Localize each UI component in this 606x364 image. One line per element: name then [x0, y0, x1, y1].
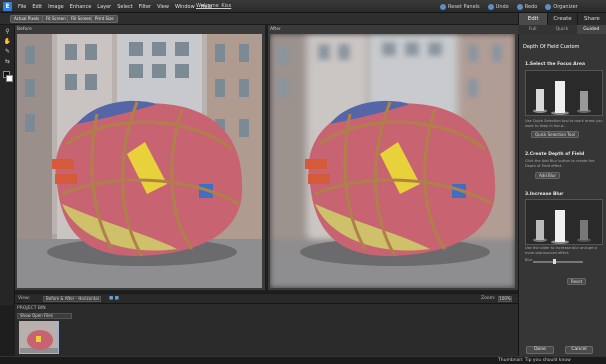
tab-create[interactable]: Create — [547, 13, 577, 25]
undo-label: Undo — [495, 3, 509, 10]
redo-icon — [516, 3, 523, 10]
menu-layer[interactable]: Layer — [97, 4, 111, 10]
status-tip: Thumbnail: Tip you should know — [498, 358, 571, 363]
after-image[interactable] — [270, 34, 515, 288]
swap-colors-icon[interactable]: ⇆ — [3, 58, 12, 66]
fit-screen-button[interactable]: Fit Screen — [42, 15, 70, 23]
step2-heading: 2.Create Depth of Field — [525, 152, 585, 157]
main-menu: File Edit Image Enhance Layer Select Fil… — [18, 0, 212, 13]
bin-select[interactable]: Show Open Files — [17, 313, 72, 319]
reset-button[interactable]: Reset — [567, 278, 587, 285]
menu-window[interactable]: Window — [175, 4, 195, 10]
step3-text: Use the slider to increase blur and get … — [525, 246, 598, 255]
before-label: Before — [17, 27, 32, 32]
blur-slider-knob[interactable] — [552, 259, 556, 264]
done-button[interactable]: Done — [526, 346, 554, 354]
add-blur-button[interactable]: Add Blur — [535, 172, 561, 179]
before-image[interactable] — [17, 34, 262, 288]
actual-pixels-button[interactable]: Actual Pixels — [10, 15, 44, 23]
reset-panels-button[interactable]: Reset Panels — [440, 3, 480, 10]
project-bin-title: PROJECT BIN — [17, 306, 46, 311]
mode-tabs: Edit Create Share — [518, 13, 606, 25]
guided-panel: Depth Of Field Custom 1.Select the Focus… — [518, 34, 606, 356]
before-photo-graphic — [17, 34, 262, 288]
tab-quick[interactable]: Quick — [547, 25, 576, 34]
view-select[interactable]: Before & After - Horizontal — [43, 296, 101, 302]
menu-enhance[interactable]: Enhance — [70, 4, 92, 10]
after-pane: After — [268, 25, 518, 290]
document-tab[interactable]: Welcome_Kiss — [196, 3, 231, 9]
blur-slider[interactable] — [533, 259, 583, 264]
reset-icon — [440, 3, 446, 10]
status-bar: Thumbnail: Tip you should know — [0, 356, 606, 364]
zoom-label: Zoom: — [481, 296, 496, 301]
step3-heading: 3.Increase Blur — [525, 192, 564, 197]
step1-text: Use Quick Selection tool to mark areas y… — [525, 119, 603, 128]
after-photo-graphic — [270, 34, 515, 288]
zoom-tool-icon[interactable]: ⚲ — [3, 28, 12, 36]
menu-bar: E File Edit Image Enhance Layer Select F… — [0, 0, 606, 13]
undo-button[interactable]: Undo — [487, 3, 509, 10]
quick-selection-tool-button[interactable]: Quick Selection Tool — [531, 131, 580, 138]
app-logo: E — [3, 2, 12, 11]
redo-button[interactable]: Redo — [516, 3, 538, 10]
thumbnail-graphic — [20, 322, 58, 353]
after-label: After — [270, 27, 281, 32]
blurred-chess-graphic — [526, 200, 602, 244]
thumbnail-image[interactable] — [19, 321, 59, 354]
before-pane: Before — [15, 25, 265, 290]
sync-icon[interactable]: ■ ■ — [109, 296, 119, 301]
cancel-button[interactable]: Cancel — [565, 346, 593, 354]
organizer-label: Organizer — [553, 3, 578, 10]
menu-file[interactable]: File — [18, 4, 26, 10]
options-bar: Actual Pixels Fit Screen Fill Screen Pri… — [0, 13, 518, 25]
menu-select[interactable]: Select — [117, 4, 132, 10]
menu-image[interactable]: Image — [48, 4, 64, 10]
step3-illustration — [525, 199, 603, 245]
menu-filter[interactable]: Filter — [139, 4, 151, 10]
project-bin: PROJECT BIN Show Open Files — [15, 303, 518, 356]
hand-tool-icon[interactable]: ✋ — [3, 38, 12, 46]
undo-icon — [487, 3, 494, 10]
organizer-button[interactable]: Organizer — [545, 3, 578, 10]
menu-view[interactable]: View — [157, 4, 169, 10]
tab-full[interactable]: Full — [518, 25, 547, 34]
tab-guided[interactable]: Guided — [576, 25, 606, 34]
print-size-button[interactable]: Print Size — [91, 15, 118, 23]
action-buttons: Reset Panels Undo Redo Organizer — [440, 0, 578, 13]
redo-label: Redo — [524, 3, 538, 10]
background-color-swatch[interactable] — [6, 75, 13, 82]
step2-text: Click the Add Blur button to create the … — [525, 159, 595, 168]
chess-pieces-graphic — [526, 71, 602, 115]
quick-selection-tool-icon[interactable]: ✎ — [3, 48, 12, 56]
step1-illustration — [525, 70, 603, 116]
tab-edit[interactable]: Edit — [518, 13, 548, 25]
reset-panels-label: Reset Panels — [448, 3, 480, 10]
menu-edit[interactable]: Edit — [32, 4, 42, 10]
view-label: View: — [18, 296, 30, 301]
toolbox: ⚲ ✋ ✎ ⇆ — [0, 25, 15, 305]
edit-subtabs: Full Quick Guided — [518, 25, 606, 34]
organizer-icon — [545, 3, 552, 10]
step1-heading: 1.Select the Focus Area — [525, 62, 585, 67]
tab-share[interactable]: Share — [576, 13, 606, 25]
panel-title: Depth Of Field Custom — [523, 44, 580, 50]
view-bar: View: Before & After - Horizontal ■ ■ Zo… — [15, 293, 518, 303]
zoom-field[interactable]: 100% — [498, 296, 512, 302]
